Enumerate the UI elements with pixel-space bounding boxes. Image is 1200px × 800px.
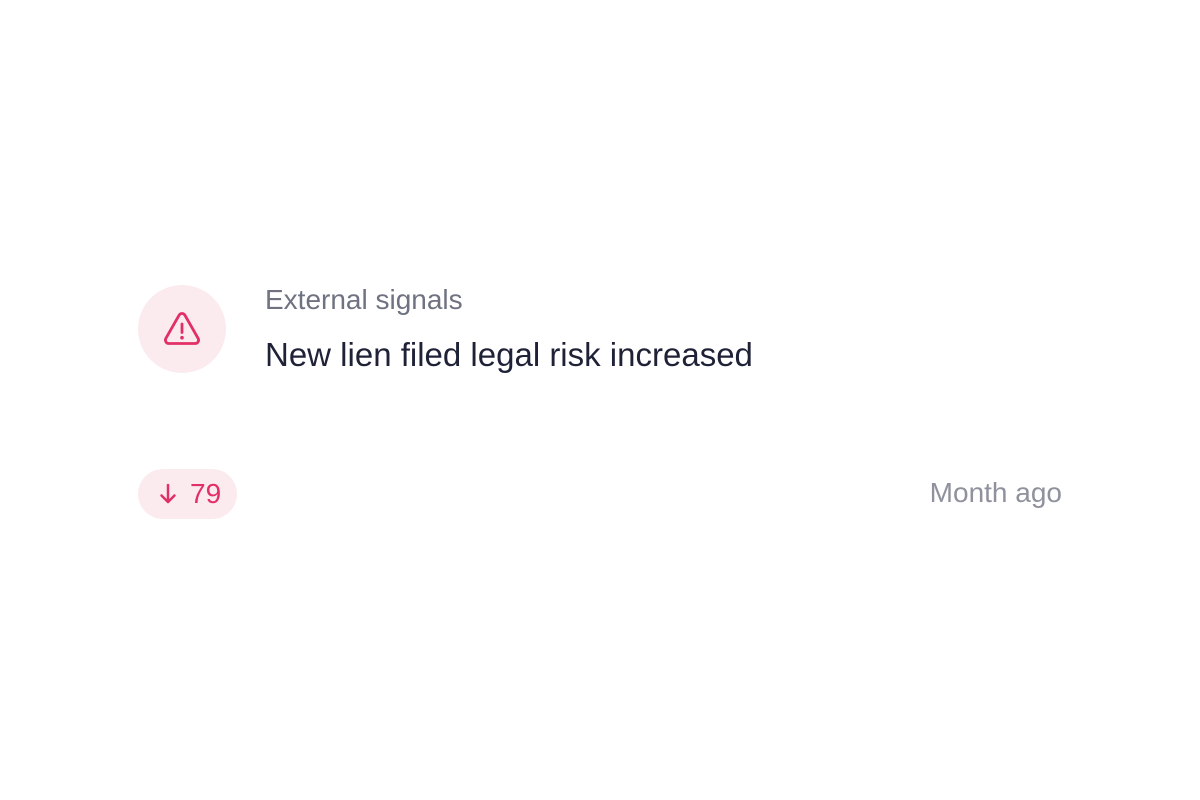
- signal-timestamp: Month ago: [929, 477, 1062, 508]
- external-signal-card: External signals New lien filed legal ri…: [138, 270, 1062, 530]
- score-badge: 79: [138, 469, 238, 519]
- signal-title: New lien filed legal risk increased: [265, 336, 753, 373]
- signal-text-block: External signals New lien filed legal ri…: [265, 282, 1025, 376]
- signal-category: External signals: [265, 284, 463, 315]
- warning-icon-container: [138, 285, 226, 373]
- warning-triangle-icon: [164, 312, 200, 345]
- arrow-down-icon: [160, 483, 176, 504]
- score-value: 79: [190, 478, 222, 509]
